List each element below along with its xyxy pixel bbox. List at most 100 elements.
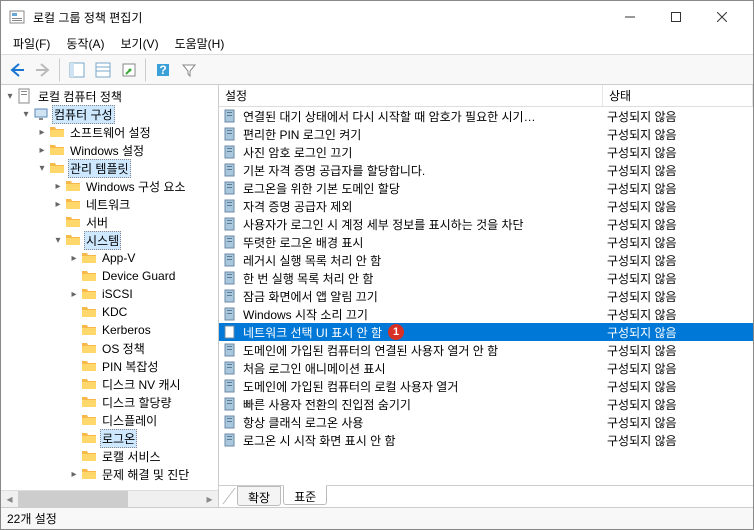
chevron-right-icon[interactable]: ▸ (67, 289, 81, 300)
tree-view[interactable]: ▾ 로컬 컴퓨터 정책 ▾ 컴퓨터 구성 ▸ 소프트웨어 설정 ▸ Window… (1, 85, 218, 490)
menu-action[interactable]: 동작(A) (58, 33, 112, 54)
tree-computer-config[interactable]: ▾ 컴퓨터 구성 (1, 105, 218, 123)
setting-row[interactable]: Windows 시작 소리 끄기구성되지 않음 (219, 305, 753, 323)
setting-row[interactable]: 연결된 대기 상태에서 다시 시작할 때 암호가 필요한 시기…구성되지 않음 (219, 107, 753, 125)
tree-iscsi[interactable]: ▸iSCSI (1, 285, 218, 303)
tab-standard[interactable]: 표준 (283, 485, 327, 505)
list-view-icon[interactable] (91, 58, 115, 82)
scroll-right-icon[interactable]: ▸ (201, 491, 218, 508)
setting-row[interactable]: 도메인에 가입된 컴퓨터의 연결된 사용자 열거 안 함구성되지 않음 (219, 341, 753, 359)
minimize-button[interactable] (607, 2, 653, 32)
setting-row[interactable]: 사진 암호 로그인 끄기구성되지 않음 (219, 143, 753, 161)
setting-state: 구성되지 않음 (603, 126, 753, 143)
chevron-right-icon[interactable]: ▸ (67, 253, 81, 264)
callout-badge: 1 (388, 324, 404, 340)
tree-kdc[interactable]: KDC (1, 303, 218, 321)
toolbar-separator (59, 58, 61, 82)
tree-os-policy[interactable]: OS 정책 (1, 339, 218, 357)
chevron-down-icon[interactable]: ▾ (35, 163, 49, 174)
folder-icon (81, 268, 97, 284)
tree-disk-nv[interactable]: 디스크 NV 캐시 (1, 375, 218, 393)
tree-local-services[interactable]: 로캘 서비스 (1, 447, 218, 465)
setting-label: 연결된 대기 상태에서 다시 시작할 때 암호가 필요한 시기… (243, 108, 536, 125)
tree-label: 관리 템플릿 (68, 159, 131, 178)
scrollbar-thumb[interactable] (18, 491, 128, 507)
tree-device-guard[interactable]: Device Guard (1, 267, 218, 285)
setting-row[interactable]: 편리한 PIN 로그인 켜기구성되지 않음 (219, 125, 753, 143)
setting-state: 구성되지 않음 (603, 342, 753, 359)
setting-row[interactable]: 네트워크 선택 UI 표시 안 함1구성되지 않음 (219, 323, 753, 341)
back-button[interactable] (5, 58, 29, 82)
setting-row[interactable]: 처음 로그인 애니메이션 표시구성되지 않음 (219, 359, 753, 377)
chevron-right-icon[interactable]: ▸ (35, 145, 49, 156)
tree-software-settings[interactable]: ▸ 소프트웨어 설정 (1, 123, 218, 141)
setting-state: 구성되지 않음 (603, 144, 753, 161)
chevron-right-icon[interactable]: ▸ (51, 181, 65, 192)
list-header: 설정 상태 (219, 85, 753, 107)
folder-icon (81, 304, 97, 320)
tree-windows-components[interactable]: ▸ Windows 구성 요소 (1, 177, 218, 195)
tree-network[interactable]: ▸ 네트워크 (1, 195, 218, 213)
setting-row[interactable]: 사용자가 로그인 시 계정 세부 정보를 표시하는 것을 차단구성되지 않음 (219, 215, 753, 233)
folder-icon (49, 124, 65, 140)
setting-row[interactable]: 기본 자격 증명 공급자를 할당합니다.구성되지 않음 (219, 161, 753, 179)
tree-display[interactable]: 디스플레이 (1, 411, 218, 429)
tree-logon[interactable]: 로그온 (1, 429, 218, 447)
setting-icon (223, 288, 239, 304)
column-setting[interactable]: 설정 (219, 85, 603, 106)
menu-help[interactable]: 도움말(H) (167, 33, 233, 54)
setting-label: 사용자가 로그인 시 계정 세부 정보를 표시하는 것을 차단 (243, 216, 524, 233)
policy-icon (17, 88, 33, 104)
refresh-icon[interactable] (117, 58, 141, 82)
tree-kerberos[interactable]: Kerberos (1, 321, 218, 339)
tree-disk-quota[interactable]: 디스크 할당량 (1, 393, 218, 411)
chevron-down-icon[interactable]: ▾ (3, 91, 17, 102)
setting-icon (223, 306, 239, 322)
setting-row[interactable]: 뚜렷한 로그온 배경 표시구성되지 않음 (219, 233, 753, 251)
setting-row[interactable]: 로그온을 위한 기본 도메인 할당구성되지 않음 (219, 179, 753, 197)
details-view-icon[interactable] (65, 58, 89, 82)
menu-view[interactable]: 보기(V) (112, 33, 166, 54)
tree-pin[interactable]: PIN 복잡성 (1, 357, 218, 375)
horizontal-scrollbar[interactable]: ◂ ▸ (1, 490, 218, 507)
close-button[interactable] (699, 2, 745, 32)
setting-row[interactable]: 한 번 실행 목록 처리 안 함구성되지 않음 (219, 269, 753, 287)
settings-list[interactable]: 연결된 대기 상태에서 다시 시작할 때 암호가 필요한 시기…구성되지 않음편… (219, 107, 753, 485)
tree-server[interactable]: 서버 (1, 213, 218, 231)
setting-row[interactable]: 로그온 시 시작 화면 표시 안 함구성되지 않음 (219, 431, 753, 449)
scroll-left-icon[interactable]: ◂ (1, 491, 18, 508)
setting-row[interactable]: 빠른 사용자 전환의 진입점 숨기기구성되지 않음 (219, 395, 753, 413)
setting-row[interactable]: 자격 증명 공급자 제외구성되지 않음 (219, 197, 753, 215)
setting-row[interactable]: 항상 클래식 로그온 사용구성되지 않음 (219, 413, 753, 431)
setting-state: 구성되지 않음 (603, 360, 753, 377)
menu-file[interactable]: 파일(F) (5, 33, 58, 54)
tree-admin-templates[interactable]: ▾ 관리 템플릿 (1, 159, 218, 177)
tree-windows-settings[interactable]: ▸ Windows 설정 (1, 141, 218, 159)
tab-decoration (221, 486, 237, 506)
main-split: ▾ 로컬 컴퓨터 정책 ▾ 컴퓨터 구성 ▸ 소프트웨어 설정 ▸ Window… (1, 85, 753, 507)
help-icon[interactable]: ? (151, 58, 175, 82)
setting-icon (223, 324, 239, 340)
chevron-right-icon[interactable]: ▸ (67, 469, 81, 480)
tree-label: 소프트웨어 설정 (68, 124, 153, 141)
column-state[interactable]: 상태 (603, 85, 753, 106)
forward-button[interactable] (31, 58, 55, 82)
tree-troubleshoot[interactable]: ▸문제 해결 및 진단 (1, 465, 218, 483)
toolbar-separator (145, 58, 147, 82)
setting-row[interactable]: 레거시 실행 목록 처리 안 함구성되지 않음 (219, 251, 753, 269)
setting-row[interactable]: 잠금 화면에서 앱 알림 끄기구성되지 않음 (219, 287, 753, 305)
chevron-down-icon[interactable]: ▾ (19, 109, 33, 120)
tree-system[interactable]: ▾ 시스템 (1, 231, 218, 249)
folder-icon (49, 160, 65, 176)
tree-appv[interactable]: ▸App-V (1, 249, 218, 267)
setting-row[interactable]: 도메인에 가입된 컴퓨터의 로컬 사용자 열거구성되지 않음 (219, 377, 753, 395)
chevron-right-icon[interactable]: ▸ (35, 127, 49, 138)
folder-icon (65, 214, 81, 230)
chevron-right-icon[interactable]: ▸ (51, 199, 65, 210)
tab-extended[interactable]: 확장 (237, 486, 281, 506)
maximize-button[interactable] (653, 2, 699, 32)
filter-icon[interactable] (177, 58, 201, 82)
chevron-down-icon[interactable]: ▾ (51, 235, 65, 246)
tree-root[interactable]: ▾ 로컬 컴퓨터 정책 (1, 87, 218, 105)
setting-icon (223, 108, 239, 124)
